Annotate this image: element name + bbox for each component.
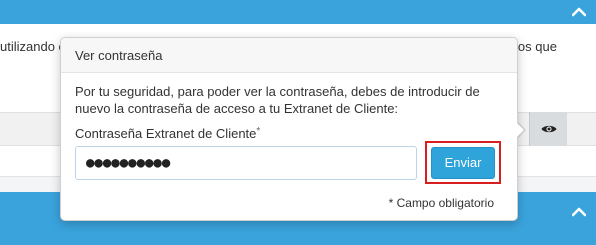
collapse-button-top[interactable] — [562, 0, 596, 24]
background-text-right: ios que — [515, 39, 557, 54]
submit-highlight-frame: Enviar — [425, 141, 501, 184]
required-asterisk: * — [256, 126, 261, 137]
popover-title: Ver contraseña — [61, 38, 517, 73]
chevron-up-icon — [572, 7, 586, 17]
extranet-password-input[interactable] — [75, 146, 417, 180]
view-password-popover: Ver contraseña Por tu seguridad, para po… — [60, 37, 518, 221]
top-section-bar — [0, 0, 596, 24]
required-field-note: * Campo obligatorio — [388, 196, 494, 210]
popover-arrow-fill — [516, 122, 524, 138]
chevron-up-icon — [572, 207, 586, 217]
background-text-left: utilizando el — [0, 39, 62, 54]
password-field-label: Contraseña Extranet de Cliente* — [75, 126, 260, 141]
collapse-button-bottom[interactable] — [562, 200, 596, 224]
eye-icon — [541, 125, 556, 133]
submit-button[interactable]: Enviar — [431, 146, 495, 179]
popover-intro-text: Por tu seguridad, para poder ver la cont… — [75, 84, 480, 116]
password-field-label-text: Contraseña Extranet de Cliente — [75, 126, 257, 141]
show-password-button[interactable] — [529, 112, 567, 146]
